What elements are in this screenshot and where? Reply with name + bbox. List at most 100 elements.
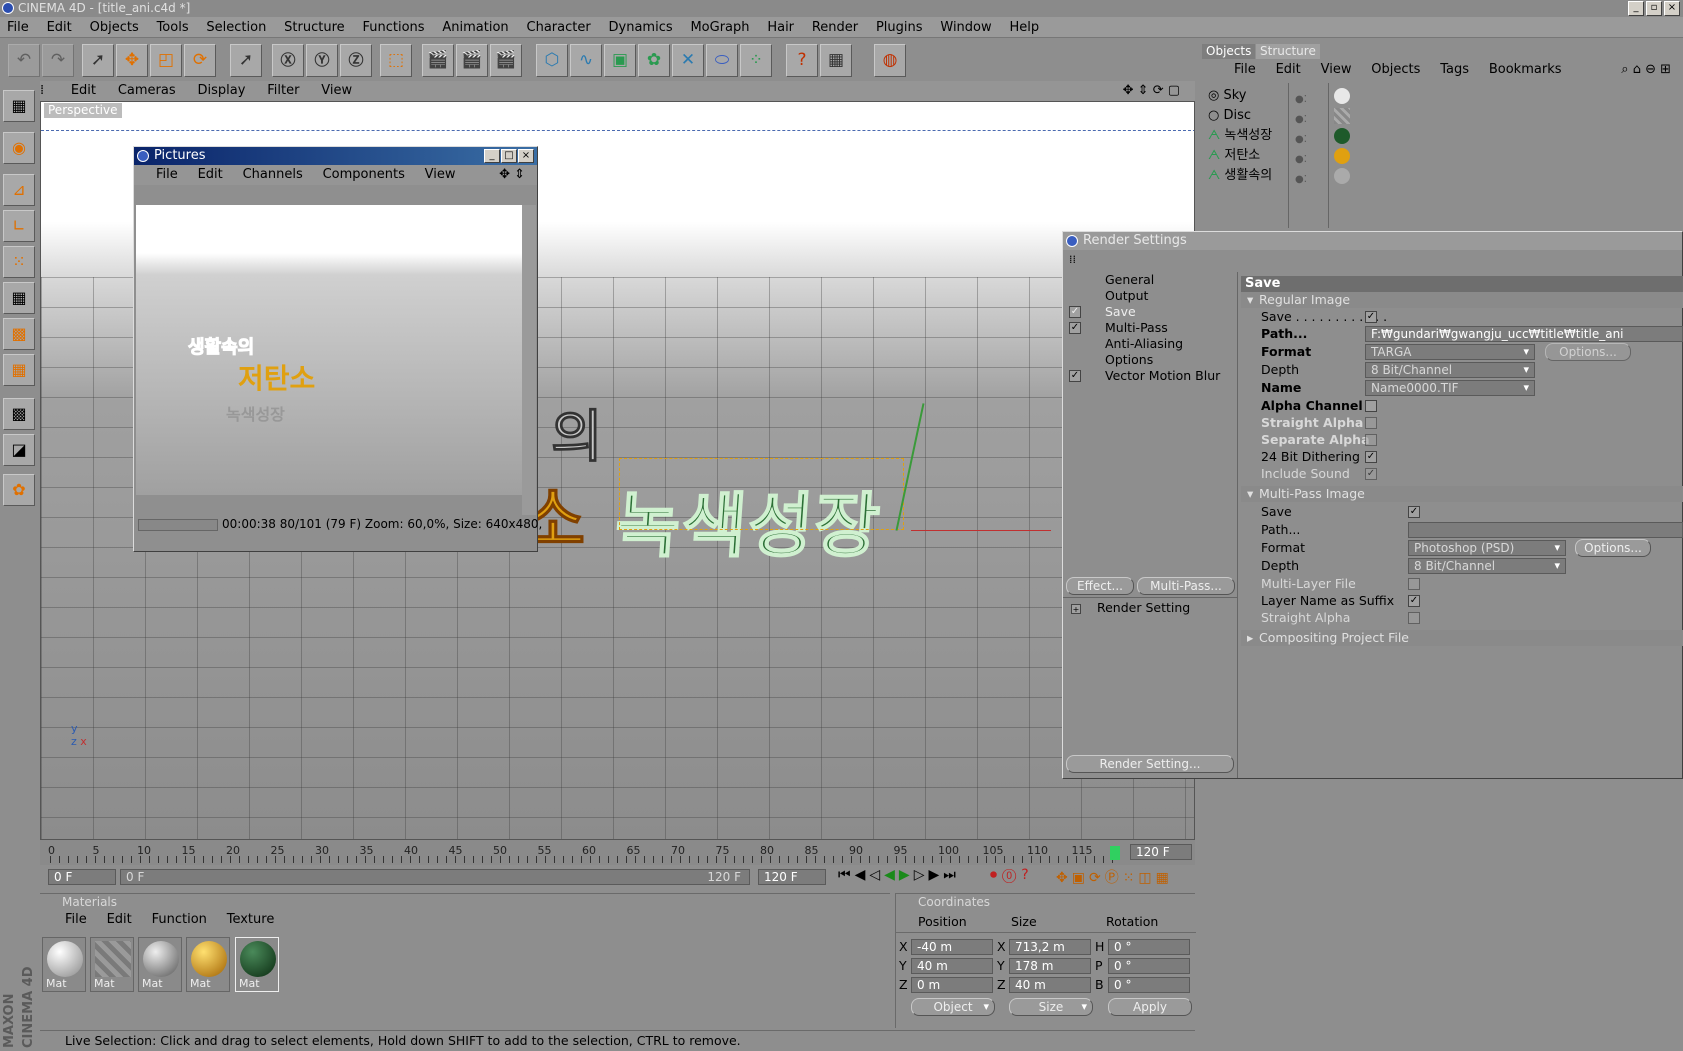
timeline-playhead[interactable] (1110, 846, 1120, 860)
menu-functions[interactable]: Functions (355, 17, 431, 38)
material-swatch-2[interactable]: Mat (90, 937, 134, 992)
coord-size-x-field[interactable]: 713,2 m (1009, 939, 1091, 955)
material-tag-icon[interactable] (1334, 128, 1350, 144)
polygons-mode-icon[interactable]: ▩ (3, 318, 35, 350)
rotate-icon[interactable]: ⟳ (184, 44, 216, 77)
mp-suffix-checkbox[interactable]: ✓ (1408, 595, 1420, 607)
rs-save-checkbox[interactable]: ✓ (1069, 306, 1081, 318)
help-icon[interactable]: ? (786, 44, 818, 77)
pv-menu-edit[interactable]: Edit (190, 165, 231, 185)
max-frame-field[interactable]: 120 F (758, 869, 826, 885)
expand-icon[interactable]: + (1071, 603, 1081, 614)
coord-apply-button[interactable]: Apply (1108, 998, 1192, 1016)
om-menu-file[interactable]: File (1226, 60, 1264, 80)
restore-button[interactable]: ▫ (1646, 1, 1662, 16)
ri-alpha-checkbox[interactable] (1365, 400, 1377, 412)
render-settings-titlebar[interactable]: Render Settings (1063, 232, 1682, 250)
object-text-2[interactable]: ᗅ 저탄소 (1208, 146, 1288, 165)
scene-icon[interactable]: ⬭ (706, 44, 738, 77)
edges-mode-icon[interactable]: ▦ (3, 282, 35, 314)
rs-multipass-checkbox[interactable]: ✓ (1069, 322, 1081, 334)
mp-path-label[interactable]: Path... (1261, 522, 1300, 538)
frame-range-slider[interactable]: 0 F 120 F (120, 869, 750, 885)
om-menu-bookmarks[interactable]: Bookmarks (1481, 60, 1570, 80)
mat-menu-texture[interactable]: Texture (219, 910, 283, 930)
menu-objects[interactable]: Objects (83, 17, 146, 38)
cube-icon[interactable]: ⬡ (536, 44, 568, 77)
web-icon[interactable]: ◍ (874, 44, 906, 77)
render-view-icon[interactable]: 🎬 (422, 44, 454, 77)
material-swatch-4[interactable]: Mat (186, 937, 230, 992)
texture-mode-icon[interactable]: ▦ (3, 354, 35, 386)
x-axis-lock-icon[interactable]: Ⓧ (272, 44, 304, 77)
pv-menu-file[interactable]: File (148, 165, 186, 185)
render-picture-viewer-icon[interactable]: 🎬 (456, 44, 488, 77)
menu-selection[interactable]: Selection (199, 17, 273, 38)
picture-viewer-titlebar[interactable]: Pictures _ □ × (134, 147, 537, 165)
material-swatch-3[interactable]: Mat (138, 937, 182, 992)
coord-rot-b-field[interactable]: 0 ° (1108, 977, 1190, 993)
pv-maximize-button[interactable]: □ (501, 149, 517, 163)
redo-icon[interactable]: ↷ (42, 44, 74, 77)
viewport-menu-cameras[interactable]: Cameras (109, 81, 185, 101)
mat-menu-file[interactable]: File (57, 910, 95, 930)
minimize-button[interactable]: _ (1628, 1, 1644, 16)
ri-sound-checkbox[interactable]: ✓ (1365, 468, 1377, 480)
pv-minimize-button[interactable]: _ (484, 149, 500, 163)
mp-depth-dropdown[interactable]: 8 Bit/Channel (1408, 558, 1566, 574)
particle-icon[interactable]: ⁘ (740, 44, 772, 77)
render-settings-icon[interactable]: 🎬 (490, 44, 522, 77)
mp-format-dropdown[interactable]: Photoshop (PSD) (1408, 540, 1566, 556)
pv-nav-icons[interactable]: ✥ ⇕ (491, 165, 533, 185)
z-axis-lock-icon[interactable]: Ⓩ (340, 44, 372, 77)
visibility-dots-icon[interactable]: ●⁚ ●⁚ ●⁚ ●⁚ ●⁚ (1295, 90, 1335, 190)
scene-text-gray[interactable]: 의 (551, 392, 605, 473)
sculpt-icon[interactable]: ✿ (3, 474, 35, 506)
layout-icon[interactable]: ▦ (3, 90, 35, 122)
object-text-3[interactable]: ᗅ 생활속의 (1208, 166, 1288, 185)
mp-straight-checkbox[interactable] (1408, 612, 1420, 624)
menu-window[interactable]: Window (933, 17, 998, 38)
coord-mode-dropdown[interactable]: Object (911, 998, 995, 1016)
rendered-image[interactable]: 생활속의 저탄소 녹색성장 (136, 205, 522, 495)
coord-rot-h-field[interactable]: 0 ° (1108, 939, 1190, 955)
menu-structure[interactable]: Structure (277, 17, 351, 38)
menu-plugins[interactable]: Plugins (869, 17, 930, 38)
coord-rot-p-field[interactable]: 0 ° (1108, 958, 1190, 974)
model-mode-icon[interactable]: ◉ (3, 132, 35, 164)
menu-edit[interactable]: Edit (40, 17, 79, 38)
material-swatch-1[interactable]: Mat (42, 937, 86, 992)
move-icon[interactable]: ✥ (116, 44, 148, 77)
rs-vmb-checkbox[interactable]: ✓ (1069, 370, 1081, 382)
pv-menu-channels[interactable]: Channels (235, 165, 311, 185)
rs-section-general[interactable]: General (1063, 272, 1237, 288)
mat-menu-function[interactable]: Function (144, 910, 215, 930)
ri-depth-dropdown[interactable]: 8 Bit/Channel (1365, 362, 1535, 378)
menu-character[interactable]: Character (520, 17, 598, 38)
record-controls[interactable]: ⏺⓪? (990, 867, 1034, 883)
pv-scrollbar[interactable] (522, 205, 536, 515)
material-tag-icon[interactable] (1334, 108, 1350, 124)
om-menu-edit[interactable]: Edit (1268, 60, 1309, 80)
compositing-header[interactable]: ▸ Compositing Project File (1241, 630, 1683, 646)
ri-name-dropdown[interactable]: Name0000.TIF (1365, 380, 1535, 396)
menu-mograph[interactable]: MoGraph (683, 17, 756, 38)
coord-pos-y-field[interactable]: 40 m (911, 958, 993, 974)
spline-icon[interactable]: ∿ (570, 44, 602, 77)
coord-pos-z-field[interactable]: 0 m (911, 977, 993, 993)
object-disc[interactable]: ○ Disc (1208, 106, 1288, 125)
menu-render[interactable]: Render (805, 17, 865, 38)
om-menu-view[interactable]: View (1313, 60, 1360, 80)
menu-help[interactable]: Help (1002, 17, 1046, 38)
nurbs-icon[interactable]: ▣ (604, 44, 636, 77)
timeline-ruler[interactable] (50, 856, 1120, 863)
pv-menu-view[interactable]: View (417, 165, 464, 185)
tab-objects[interactable]: Objects (1202, 44, 1256, 59)
mat-menu-edit[interactable]: Edit (99, 910, 140, 930)
object-sky[interactable]: ◎ Sky (1208, 86, 1288, 105)
rs-section-multipass[interactable]: ✓ Multi-Pass (1063, 320, 1237, 336)
object-axis-icon[interactable]: ⊿ (3, 174, 35, 206)
checker-icon[interactable]: ▩ (3, 398, 35, 430)
viewport-menu-filter[interactable]: Filter (258, 81, 308, 101)
pv-close-button[interactable]: × (518, 149, 534, 163)
